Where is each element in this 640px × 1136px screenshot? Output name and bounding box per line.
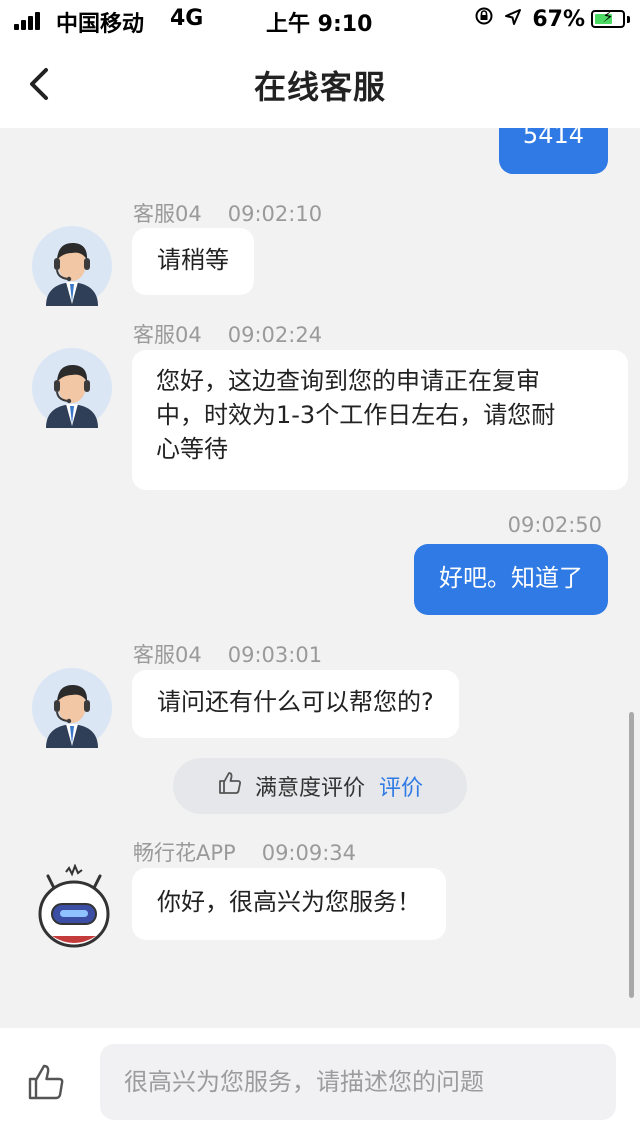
- message-input[interactable]: [100, 1044, 616, 1120]
- message-bubble-outgoing: 5414: [498, 128, 608, 174]
- message-meta: 客服04 09:03:01: [133, 639, 322, 669]
- rotation-lock-icon: [474, 6, 494, 32]
- rating-link[interactable]: 评价: [379, 770, 423, 802]
- satisfaction-rating[interactable]: 满意度评价 评价: [173, 758, 467, 814]
- message-text: 好吧。知道了: [439, 564, 583, 592]
- message-bubble-incoming: 您好，这边查询到您的申请正在复审 中，时效为1-3个工作日左右，请您耐 心等待: [132, 350, 628, 490]
- sender-name: 畅行花APP: [133, 841, 236, 865]
- chat-messages[interactable]: 5414 客服04 09:02:10 请稍等 客服04 09:02:24 您好，…: [0, 128, 640, 1028]
- message-bubble-incoming: 你好，很高兴为您服务！: [132, 868, 446, 940]
- rating-label: 满意度评价: [254, 776, 365, 801]
- carrier-label: 中国移动: [56, 12, 145, 37]
- status-bar: 中国移动 4G 上午 9:10 67% ⚡: [0, 0, 640, 40]
- sender-name: 客服04: [133, 202, 202, 226]
- chat-scrollbar[interactable]: [629, 712, 634, 998]
- message-meta: 客服04 09:02:10: [133, 198, 322, 228]
- message-bubble-incoming: 请稍等: [132, 228, 254, 295]
- agent-avatar-icon[interactable]: [32, 668, 112, 748]
- message-line: 心等待: [156, 435, 228, 463]
- agent-avatar-icon[interactable]: [32, 226, 112, 306]
- page-title: 在线客服: [253, 68, 386, 106]
- chat-page: 中国移动 4G 上午 9:10 67% ⚡ 在线客服 5414 客服04 09:…: [0, 0, 640, 1136]
- message-meta: 客服04 09:02:24: [133, 319, 322, 349]
- agent-avatar-icon[interactable]: [32, 348, 112, 428]
- message-text: 请问还有什么可以帮您的?: [157, 688, 434, 716]
- message-bubble-outgoing: 好吧。知道了: [414, 544, 608, 615]
- message-time: 09:02:24: [227, 323, 323, 347]
- thumbs-up-icon: [217, 770, 243, 802]
- message-bubble-incoming: 请问还有什么可以帮您的?: [132, 670, 459, 738]
- message-meta: 畅行花APP 09:09:34: [133, 837, 356, 867]
- input-bar: [0, 1028, 640, 1136]
- status-time: 上午 9:10: [266, 12, 373, 37]
- robot-avatar-icon[interactable]: [36, 863, 116, 948]
- message-time: 09:02:10: [227, 202, 323, 226]
- nav-bar: 在线客服: [0, 40, 640, 128]
- message-text: 你好，很高兴为您服务！: [157, 888, 421, 916]
- message-text: 请稍等: [157, 246, 229, 274]
- message-text: 5414: [522, 128, 584, 149]
- message-time: 09:03:01: [227, 643, 323, 667]
- sender-name: 客服04: [133, 643, 202, 667]
- thumbs-up-icon: [28, 1064, 64, 1100]
- battery-icon: ⚡: [591, 7, 625, 28]
- sender-name: 客服04: [133, 323, 202, 347]
- status-right: 67% ⚡: [474, 6, 630, 32]
- message-time: 09:09:34: [261, 841, 357, 865]
- network-label: 4G: [170, 6, 204, 31]
- message-line: 您好，这边查询到您的申请正在复审: [156, 367, 540, 395]
- location-arrow-icon: [504, 7, 522, 32]
- message-line: 中，时效为1-3个工作日左右，请您耐: [156, 401, 556, 429]
- signal-icon: [14, 12, 46, 30]
- like-button[interactable]: [26, 1062, 66, 1102]
- battery-percent: 67%: [532, 6, 585, 32]
- message-time: 09:02:50: [507, 513, 602, 537]
